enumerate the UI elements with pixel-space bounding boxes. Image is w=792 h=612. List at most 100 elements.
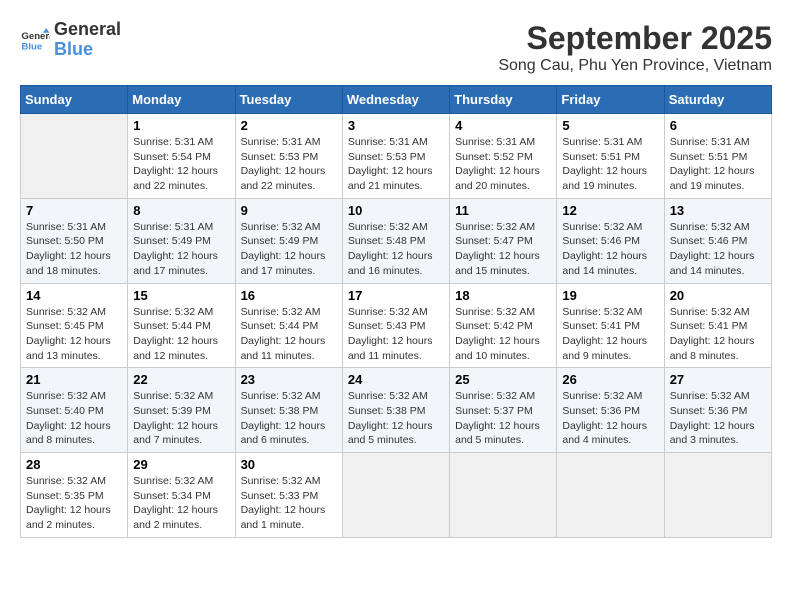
daylight-text-2: and 10 minutes.	[455, 349, 551, 364]
calendar-cell: 19Sunrise: 5:32 AMSunset: 5:41 PMDayligh…	[557, 283, 664, 368]
sunrise-text: Sunrise: 5:32 AM	[670, 389, 766, 404]
daylight-text-2: and 12 minutes.	[133, 349, 229, 364]
day-number: 14	[26, 288, 122, 303]
daylight-text-2: and 6 minutes.	[241, 433, 337, 448]
sunrise-text: Sunrise: 5:32 AM	[133, 389, 229, 404]
sunset-text: Sunset: 5:44 PM	[133, 319, 229, 334]
sunrise-text: Sunrise: 5:32 AM	[455, 389, 551, 404]
daylight-text: Daylight: 12 hours	[455, 334, 551, 349]
sunrise-text: Sunrise: 5:32 AM	[562, 220, 658, 235]
day-number: 21	[26, 372, 122, 387]
day-number: 18	[455, 288, 551, 303]
sunset-text: Sunset: 5:39 PM	[133, 404, 229, 419]
day-number: 26	[562, 372, 658, 387]
calendar-cell: 2Sunrise: 5:31 AMSunset: 5:53 PMDaylight…	[235, 114, 342, 199]
sunset-text: Sunset: 5:46 PM	[562, 234, 658, 249]
daylight-text: Daylight: 12 hours	[241, 419, 337, 434]
daylight-text-2: and 7 minutes.	[133, 433, 229, 448]
day-info: Sunrise: 5:32 AMSunset: 5:46 PMDaylight:…	[562, 220, 658, 279]
sunrise-text: Sunrise: 5:31 AM	[133, 135, 229, 150]
sunrise-text: Sunrise: 5:31 AM	[133, 220, 229, 235]
day-info: Sunrise: 5:32 AMSunset: 5:40 PMDaylight:…	[26, 389, 122, 448]
daylight-text: Daylight: 12 hours	[26, 334, 122, 349]
weekday-header-row: SundayMondayTuesdayWednesdayThursdayFrid…	[21, 86, 772, 114]
sunset-text: Sunset: 5:52 PM	[455, 150, 551, 165]
header: General Blue General Blue September 2025…	[20, 20, 772, 75]
calendar-cell: 30Sunrise: 5:32 AMSunset: 5:33 PMDayligh…	[235, 453, 342, 538]
calendar-cell: 20Sunrise: 5:32 AMSunset: 5:41 PMDayligh…	[664, 283, 771, 368]
calendar-cell: 12Sunrise: 5:32 AMSunset: 5:46 PMDayligh…	[557, 198, 664, 283]
calendar-cell: 5Sunrise: 5:31 AMSunset: 5:51 PMDaylight…	[557, 114, 664, 199]
sunrise-text: Sunrise: 5:31 AM	[455, 135, 551, 150]
sunrise-text: Sunrise: 5:32 AM	[455, 305, 551, 320]
calendar-cell	[450, 453, 557, 538]
day-info: Sunrise: 5:32 AMSunset: 5:46 PMDaylight:…	[670, 220, 766, 279]
calendar-cell: 23Sunrise: 5:32 AMSunset: 5:38 PMDayligh…	[235, 368, 342, 453]
weekday-header-monday: Monday	[128, 86, 235, 114]
day-number: 10	[348, 203, 444, 218]
daylight-text-2: and 1 minute.	[241, 518, 337, 533]
day-info: Sunrise: 5:31 AMSunset: 5:51 PMDaylight:…	[670, 135, 766, 194]
day-info: Sunrise: 5:32 AMSunset: 5:37 PMDaylight:…	[455, 389, 551, 448]
sunset-text: Sunset: 5:40 PM	[26, 404, 122, 419]
sunrise-text: Sunrise: 5:32 AM	[133, 474, 229, 489]
day-info: Sunrise: 5:32 AMSunset: 5:41 PMDaylight:…	[562, 305, 658, 364]
day-info: Sunrise: 5:32 AMSunset: 5:36 PMDaylight:…	[562, 389, 658, 448]
sunrise-text: Sunrise: 5:32 AM	[670, 305, 766, 320]
calendar-cell: 9Sunrise: 5:32 AMSunset: 5:49 PMDaylight…	[235, 198, 342, 283]
sunset-text: Sunset: 5:53 PM	[241, 150, 337, 165]
daylight-text: Daylight: 12 hours	[348, 164, 444, 179]
calendar-cell: 6 Sunrise: 5:31 AMSunset: 5:51 PMDaylight…	[664, 114, 771, 199]
day-number: 20	[670, 288, 766, 303]
sunset-text: Sunset: 5:41 PM	[670, 319, 766, 334]
calendar-cell: 4Sunrise: 5:31 AMSunset: 5:52 PMDaylight…	[450, 114, 557, 199]
weekday-header-sunday: Sunday	[21, 86, 128, 114]
calendar-cell: 22 Sunrise: 5:32 AMSunset: 5:39 PMDayligh…	[128, 368, 235, 453]
sunset-text: Sunset: 5:44 PM	[241, 319, 337, 334]
day-info: Sunrise: 5:31 AMSunset: 5:49 PMDaylight:…	[133, 220, 229, 279]
daylight-text-2: and 8 minutes.	[26, 433, 122, 448]
day-info: Sunrise: 5:32 AMSunset: 5:39 PMDaylight:…	[133, 389, 229, 448]
daylight-text: Daylight: 12 hours	[670, 249, 766, 264]
daylight-text: Daylight: 12 hours	[348, 334, 444, 349]
day-info: Sunrise: 5:32 AMSunset: 5:47 PMDaylight:…	[455, 220, 551, 279]
location-title: Song Cau, Phu Yen Province, Vietnam	[498, 57, 772, 75]
sunset-text: Sunset: 5:41 PM	[562, 319, 658, 334]
daylight-text-2: and 8 minutes.	[670, 349, 766, 364]
day-number: 24	[348, 372, 444, 387]
sunset-text: Sunset: 5:36 PM	[562, 404, 658, 419]
daylight-text-2: and 2 minutes.	[26, 518, 122, 533]
day-number: 16	[241, 288, 337, 303]
sunrise-text: Sunrise: 5:32 AM	[26, 474, 122, 489]
sunrise-text: Sunrise: 5:32 AM	[562, 305, 658, 320]
calendar-week-2: 7Sunrise: 5:31 AMSunset: 5:50 PMDaylight…	[21, 198, 772, 283]
day-info: Sunrise: 5:32 AMSunset: 5:38 PMDaylight:…	[348, 389, 444, 448]
sunrise-text: Sunrise: 5:31 AM	[26, 220, 122, 235]
calendar-cell: 27Sunrise: 5:32 AMSunset: 5:36 PMDayligh…	[664, 368, 771, 453]
sunrise-text: Sunrise: 5:32 AM	[348, 220, 444, 235]
svg-text:Blue: Blue	[21, 41, 42, 51]
daylight-text-2: and 5 minutes.	[455, 433, 551, 448]
day-number: 6	[670, 118, 766, 133]
sunrise-text: Sunrise: 5:32 AM	[348, 305, 444, 320]
day-info: Sunrise: 5:31 AMSunset: 5:50 PMDaylight:…	[26, 220, 122, 279]
day-number: 22	[133, 372, 229, 387]
day-number: 30	[241, 457, 337, 472]
sunrise-text: Sunrise: 5:32 AM	[241, 389, 337, 404]
daylight-text-2: and 11 minutes.	[348, 349, 444, 364]
day-info: Sunrise: 5:31 AMSunset: 5:52 PMDaylight:…	[455, 135, 551, 194]
weekday-header-tuesday: Tuesday	[235, 86, 342, 114]
sunset-text: Sunset: 5:47 PM	[455, 234, 551, 249]
logo: General Blue General Blue	[20, 20, 121, 60]
sunrise-text: Sunrise: 5:32 AM	[348, 389, 444, 404]
sunset-text: Sunset: 5:50 PM	[26, 234, 122, 249]
sunrise-text: Sunrise: 5:32 AM	[562, 389, 658, 404]
calendar-cell: 1Sunrise: 5:31 AMSunset: 5:54 PMDaylight…	[128, 114, 235, 199]
daylight-text: Daylight: 12 hours	[455, 419, 551, 434]
sunrise-text: Sunrise: 5:32 AM	[241, 305, 337, 320]
daylight-text: Daylight: 12 hours	[241, 249, 337, 264]
day-number: 29	[133, 457, 229, 472]
day-info: Sunrise: 5:32 AMSunset: 5:44 PMDaylight:…	[133, 305, 229, 364]
logo-line2: Blue	[54, 39, 93, 59]
day-info: Sunrise: 5:32 AMSunset: 5:35 PMDaylight:…	[26, 474, 122, 533]
